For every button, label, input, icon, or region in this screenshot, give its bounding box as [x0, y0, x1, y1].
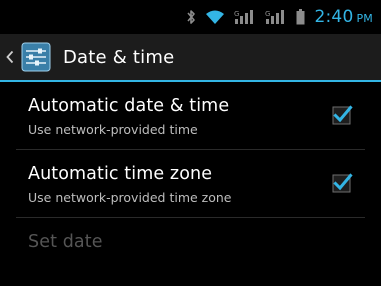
svg-text:G: G: [234, 10, 239, 18]
pref-automatic-date-time[interactable]: Automatic date & time Use network-provid…: [16, 82, 365, 150]
signal-icon-2: G: [265, 9, 287, 25]
bluetooth-icon: [186, 9, 196, 25]
signal-icon-1: G: [234, 9, 256, 25]
svg-text:G: G: [265, 10, 270, 18]
pref-title: Automatic date & time: [28, 96, 230, 116]
status-time: 2:40 PM: [314, 7, 373, 27]
settings-sliders-icon[interactable]: [18, 39, 54, 75]
pref-title: Automatic time zone: [28, 164, 213, 184]
checkbox-checked-icon[interactable]: [331, 104, 353, 126]
pref-summary: Use network-provided time: [28, 122, 198, 137]
battery-icon: [296, 9, 305, 25]
wifi-icon: [205, 9, 225, 25]
clock-time: 2:40: [314, 7, 354, 27]
action-bar: Date & time: [0, 34, 381, 80]
pref-title: Set date: [28, 232, 103, 252]
pref-set-date[interactable]: Set date: [16, 218, 365, 286]
checkbox-checked-icon[interactable]: [331, 172, 353, 194]
status-bar: G G 2:40 PM: [0, 0, 381, 34]
pref-summary: Use network-provided time zone: [28, 190, 232, 205]
up-caret-icon[interactable]: [4, 34, 16, 80]
pref-automatic-time-zone[interactable]: Automatic time zone Use network-provided…: [16, 150, 365, 218]
clock-ampm: PM: [356, 12, 373, 25]
page-title: Date & time: [63, 46, 175, 68]
preference-list: Automatic date & time Use network-provid…: [0, 82, 381, 286]
